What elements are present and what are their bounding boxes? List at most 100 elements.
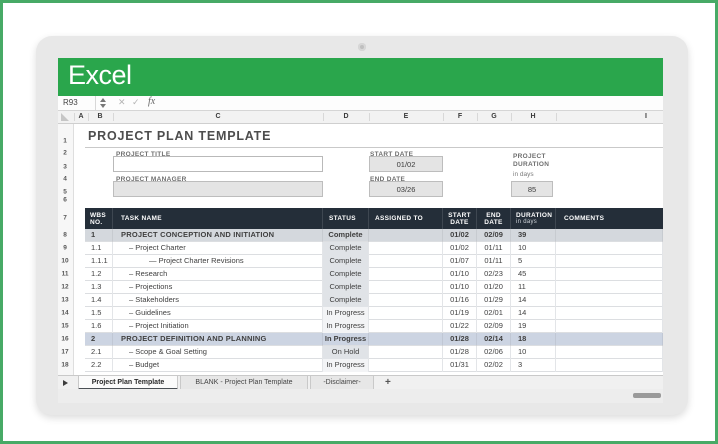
column-header-g[interactable]: G	[491, 113, 496, 120]
page-title: PROJECT PLAN TEMPLATE	[88, 129, 271, 143]
tab-project-plan-template[interactable]: Project Plan Template	[78, 376, 178, 390]
table-header-row: WBS NO. TASK NAME STATUS ASSIGNED TO STA…	[85, 208, 663, 229]
header-end-date[interactable]: END DATE	[477, 208, 511, 229]
cell-assigned	[369, 346, 443, 359]
cell-task: – Budget	[113, 359, 323, 372]
cell-start: 01/19	[443, 307, 477, 320]
cell-comments	[556, 229, 663, 242]
webcam-icon	[358, 43, 366, 51]
cell-assigned	[369, 242, 443, 255]
cell-assigned	[369, 333, 443, 346]
cell-duration: 14	[511, 307, 556, 320]
header-assigned-to[interactable]: ASSIGNED TO	[369, 208, 443, 229]
name-box-spinner-icon[interactable]	[100, 98, 106, 108]
cell-end: 02/02	[477, 359, 511, 372]
cell-end: 01/11	[477, 255, 511, 268]
table-row[interactable]: 2.1 – Scope & Goal Setting On Hold 01/28…	[85, 346, 663, 359]
table-row[interactable]: 1.5 – Guidelines In Progress 01/19 02/01…	[85, 307, 663, 320]
cell-end: 02/14	[477, 333, 511, 346]
row-number: 17	[58, 349, 72, 356]
screen: Excel R93 ✕ ✓ fx A B C D E F G H I	[58, 58, 663, 403]
header-duration-label: DURATION	[516, 212, 552, 219]
cell-duration: 10	[511, 346, 556, 359]
cell-status: In Progress	[323, 359, 369, 372]
table-row[interactable]: 1.1.1 — Project Charter Revisions Comple…	[85, 255, 663, 268]
formula-input[interactable]	[163, 96, 663, 110]
horizontal-scrollbar[interactable]	[633, 393, 661, 398]
cell-task: PROJECT DEFINITION AND PLANNING	[113, 333, 323, 346]
cell-comments	[556, 268, 663, 281]
column-separator	[88, 113, 89, 121]
row-number: 1	[58, 138, 72, 145]
cell-duration: 45	[511, 268, 556, 281]
column-header-i[interactable]: I	[645, 113, 647, 120]
cell-start: 01/10	[443, 268, 477, 281]
sheet-nav-arrow-icon[interactable]	[63, 380, 68, 386]
project-manager-input[interactable]	[113, 181, 323, 197]
fx-icon[interactable]: fx	[148, 96, 155, 107]
column-header-d[interactable]: D	[343, 113, 348, 120]
row-number: 18	[58, 362, 72, 369]
project-title-input[interactable]	[113, 156, 323, 172]
cell-task: – Research	[113, 268, 323, 281]
table-row[interactable]: 1.2 – Research Complete 01/10 02/23 45	[85, 268, 663, 281]
table-row[interactable]: 1.4 – Stakeholders Complete 01/16 01/29 …	[85, 294, 663, 307]
cell-task: – Projections	[113, 281, 323, 294]
cell-wbs: 1.1.1	[85, 255, 113, 268]
cell-comments	[556, 294, 663, 307]
header-task[interactable]: TASK NAME	[113, 208, 323, 229]
table-row[interactable]: 1.6 – Project Initiation In Progress 01/…	[85, 320, 663, 333]
cell-duration: 3	[511, 359, 556, 372]
header-comments[interactable]: COMMENTS	[556, 208, 663, 229]
cell-task: – Project Charter	[113, 242, 323, 255]
column-header-b[interactable]: B	[97, 113, 102, 120]
cell-status: Complete	[323, 268, 369, 281]
enter-icon[interactable]: ✓	[132, 97, 140, 108]
cell-wbs: 1.4	[85, 294, 113, 307]
cell-comments	[556, 307, 663, 320]
cell-start: 01/02	[443, 242, 477, 255]
project-duration-label: PROJECT DURATION	[513, 153, 555, 169]
row-number-gutter: 1 2 3 4 5 6 7 8 9 10 11 12 13 14 15 16 1…	[58, 124, 74, 375]
cell-start: 01/28	[443, 333, 477, 346]
start-date-value[interactable]: 01/02	[369, 156, 443, 172]
tab-disclaimer[interactable]: -Disclaimer-	[310, 376, 374, 390]
select-all-corner[interactable]	[61, 113, 69, 121]
cancel-icon[interactable]: ✕	[118, 97, 126, 108]
end-date-value[interactable]: 03/26	[369, 181, 443, 197]
cell-status: Complete	[323, 294, 369, 307]
duration-sublabel: in days	[513, 171, 534, 178]
tab-blank-project-plan-template[interactable]: BLANK - Project Plan Template	[180, 376, 308, 390]
cell-start: 01/10	[443, 281, 477, 294]
name-box[interactable]: R93	[58, 96, 96, 110]
cell-comments	[556, 320, 663, 333]
column-header-strip: A B C D E F G H I	[58, 111, 663, 124]
header-start-date[interactable]: START DATE	[443, 208, 477, 229]
sheet-tab-bar: Project Plan Template BLANK - Project Pl…	[58, 375, 663, 389]
column-header-c[interactable]: C	[215, 113, 220, 120]
column-separator	[443, 113, 444, 121]
table-row[interactable]: 1.1 – Project Charter Complete 01/02 01/…	[85, 242, 663, 255]
column-header-h[interactable]: H	[530, 113, 535, 120]
column-separator	[113, 113, 114, 121]
header-duration[interactable]: DURATIONin days	[511, 208, 556, 229]
cell-wbs: 1	[85, 229, 113, 242]
cell-start: 01/28	[443, 346, 477, 359]
add-sheet-button[interactable]: +	[385, 377, 391, 388]
table-row[interactable]: 1.3 – Projections Complete 01/10 01/20 1…	[85, 281, 663, 294]
cell-duration: 18	[511, 333, 556, 346]
table-row-section-1[interactable]: 1 PROJECT CONCEPTION AND INITIATION Comp…	[85, 229, 663, 242]
column-header-f[interactable]: F	[458, 113, 462, 120]
cell-end: 02/01	[477, 307, 511, 320]
table-row-section-2[interactable]: 2 PROJECT DEFINITION AND PLANNING In Pro…	[85, 333, 663, 346]
header-duration-sublabel: in days	[516, 219, 555, 226]
header-wbs[interactable]: WBS NO.	[85, 208, 113, 229]
column-header-e[interactable]: E	[404, 113, 409, 120]
header-status[interactable]: STATUS	[323, 208, 369, 229]
table-row[interactable]: 2.2 – Budget In Progress 01/31 02/02 3	[85, 359, 663, 372]
cell-assigned	[369, 268, 443, 281]
cell-status: In Progress	[323, 333, 369, 346]
cell-task: – Scope & Goal Setting	[113, 346, 323, 359]
row-number: 7	[58, 215, 72, 222]
column-header-a[interactable]: A	[78, 113, 83, 120]
